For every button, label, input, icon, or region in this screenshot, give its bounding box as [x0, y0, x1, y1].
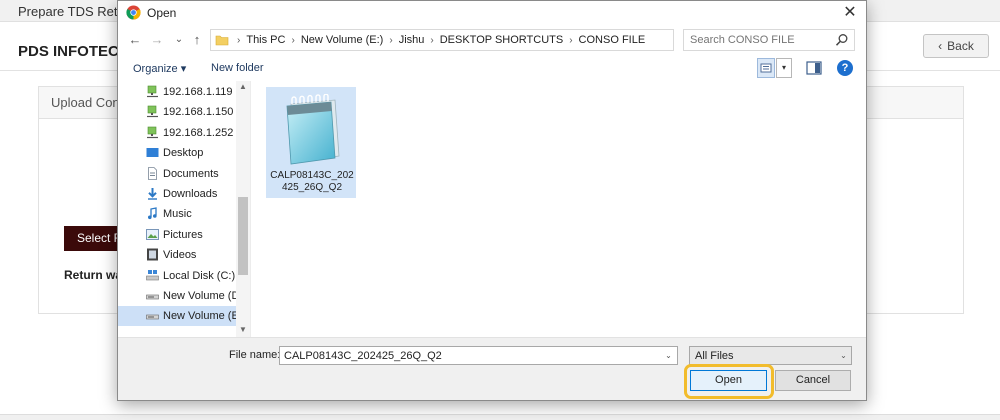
sidebar-item[interactable]: New Volume (E:) [118, 306, 236, 327]
sidebar-item-label: Local Disk (C:) [163, 269, 236, 282]
file-type-select[interactable]: All Files ⌄ [689, 346, 852, 365]
sidebar-item-label: Documents [163, 167, 219, 180]
drive-icon [146, 309, 159, 322]
preview-pane-icon[interactable] [806, 61, 822, 75]
nav-back-button[interactable]: ← [126, 31, 144, 49]
sidebar-item[interactable]: Local Disk (C:) [118, 266, 236, 286]
dialog-toolbar: Organize ▾ New folder ▾ ? [118, 57, 866, 81]
sidebar-item-label: Music [163, 208, 192, 221]
drive-icon [146, 289, 159, 302]
back-button-label: Back [947, 39, 974, 53]
sidebar-item[interactable]: New Volume (D:) [118, 286, 236, 306]
file-name-input[interactable] [281, 347, 659, 364]
dialog-title: Open [147, 6, 177, 20]
sidebar-item-label: Desktop [163, 147, 204, 160]
open-file-dialog: Open ✕ ← → ⌄ ↑ › This PC › New Volume (E:) ›… [117, 0, 867, 401]
breadcrumb-item[interactable]: This PC [246, 34, 285, 46]
downloads-icon [146, 187, 159, 200]
network-drive-icon [146, 85, 159, 98]
file-list: CALP08143C_202425_26Q_Q2 [252, 81, 866, 337]
chevron-down-icon: ⌄ [840, 351, 847, 360]
breadcrumb-item[interactable]: New Volume (E:) [301, 34, 384, 46]
sidebar-item-label: Videos [163, 249, 197, 262]
chrome-icon [126, 5, 141, 20]
organize-menu[interactable]: Organize ▾ [133, 62, 186, 75]
help-icon[interactable]: ? [837, 60, 853, 76]
sidebar-item[interactable]: Documents [118, 164, 236, 184]
search-box [683, 29, 855, 51]
breadcrumb-separator-icon[interactable]: › [569, 35, 572, 46]
sidebar-item-label: 192.168.1.119 [163, 86, 233, 98]
nav-forward-button[interactable]: → [148, 31, 166, 49]
close-icon[interactable]: ✕ [840, 3, 860, 23]
sidebar-item-label: Downloads [163, 188, 218, 200]
dialog-title-bar[interactable]: Open ✕ [118, 1, 866, 25]
page-bottom-bar [0, 414, 1000, 420]
breadcrumb-item[interactable]: DESKTOP SHORTCUTS [440, 34, 563, 46]
videos-icon [146, 248, 159, 261]
address-bar[interactable]: › This PC › New Volume (E:) › Jishu › DESKTOP S… [210, 29, 764, 51]
organize-label: Organize [133, 63, 178, 75]
sidebar-item-label: 192.168.1.252 [163, 126, 234, 139]
scroll-up-icon[interactable]: ▲ [236, 81, 250, 93]
file-name-combo: ⌄ [279, 346, 678, 365]
scroll-down-icon[interactable]: ▼ [236, 324, 250, 336]
breadcrumb-item[interactable]: Jishu [399, 34, 425, 46]
file-item[interactable]: CALP08143C_202425_26Q_Q2 [266, 87, 356, 198]
sidebar-item[interactable]: 192.168.1.252 [118, 123, 236, 143]
folder-icon [215, 35, 229, 46]
view-icon [760, 63, 772, 73]
sidebar-item[interactable]: Desktop [118, 143, 236, 163]
sidebar-item[interactable]: 192.168.1.150 [118, 102, 236, 122]
file-name-label: CALP08143C_202425_26Q_Q2 [270, 170, 354, 193]
file-name-history-dropdown[interactable]: ⌄ [660, 347, 677, 364]
sidebar-item-label: New Volume (D:) [163, 290, 236, 302]
breadcrumb-separator-icon[interactable]: › [237, 35, 240, 46]
breadcrumb-separator-icon[interactable]: › [389, 35, 392, 46]
breadcrumb-separator-icon[interactable]: › [430, 35, 433, 46]
scrollbar-thumb[interactable] [238, 197, 248, 275]
back-button[interactable]: ‹ Back [923, 34, 989, 58]
music-icon [146, 207, 159, 220]
breadcrumb: › This PC › New Volume (E:) › Jishu › DESKTOP S… [231, 30, 645, 50]
search-icon[interactable] [835, 33, 849, 47]
view-options-dropdown[interactable]: ▾ [776, 58, 792, 78]
new-folder-button[interactable]: New folder [211, 62, 264, 74]
file-name-field-label: File name: [229, 349, 281, 361]
file-type-value: All Files [695, 350, 734, 362]
navigation-pane: 192.168.1.119 192.168.1.150 192.168.1.252 D… [118, 81, 251, 337]
brand-title: PDS INFOTECH [18, 43, 130, 60]
desktop-icon [146, 146, 159, 159]
sidebar-item[interactable]: Downloads [118, 184, 236, 204]
chevron-left-icon: ‹ [938, 39, 943, 53]
cancel-button[interactable]: Cancel [775, 370, 851, 391]
navigation-scrollbar[interactable]: ▲ ▼ [236, 81, 250, 337]
documents-icon [146, 166, 159, 180]
sidebar-item-label: New Volume (E:) [163, 310, 236, 323]
open-button[interactable]: Open [690, 370, 767, 391]
sidebar-item[interactable]: Videos [118, 245, 236, 265]
search-input[interactable] [685, 31, 833, 49]
sidebar-item-label: 192.168.1.150 [163, 106, 234, 119]
sidebar-item[interactable]: 192.168.1.119 [118, 82, 236, 102]
local-disk-icon [146, 269, 159, 282]
sidebar-item-label: Pictures [163, 228, 203, 241]
pictures-icon [146, 228, 159, 241]
breadcrumb-item[interactable]: CONSO FILE [579, 34, 646, 46]
chevron-down-icon: ▾ [180, 63, 187, 75]
nav-up-button[interactable]: ↑ [188, 31, 206, 49]
network-drive-icon [146, 105, 159, 118]
sidebar-item[interactable]: Music [118, 204, 236, 224]
notepad-file-icon [286, 94, 340, 165]
network-drive-icon [146, 126, 159, 139]
sidebar-item[interactable]: Pictures [118, 225, 236, 245]
dialog-footer: File name: ⌄ All Files ⌄ Open Cancel [118, 337, 866, 400]
breadcrumb-separator-icon[interactable]: › [291, 35, 294, 46]
navigation-row: ← → ⌄ ↑ › This PC › New Volume (E:) › Jishu › D… [118, 27, 866, 55]
recent-locations-button[interactable]: ⌄ [170, 31, 188, 49]
change-view-button[interactable] [757, 58, 775, 78]
